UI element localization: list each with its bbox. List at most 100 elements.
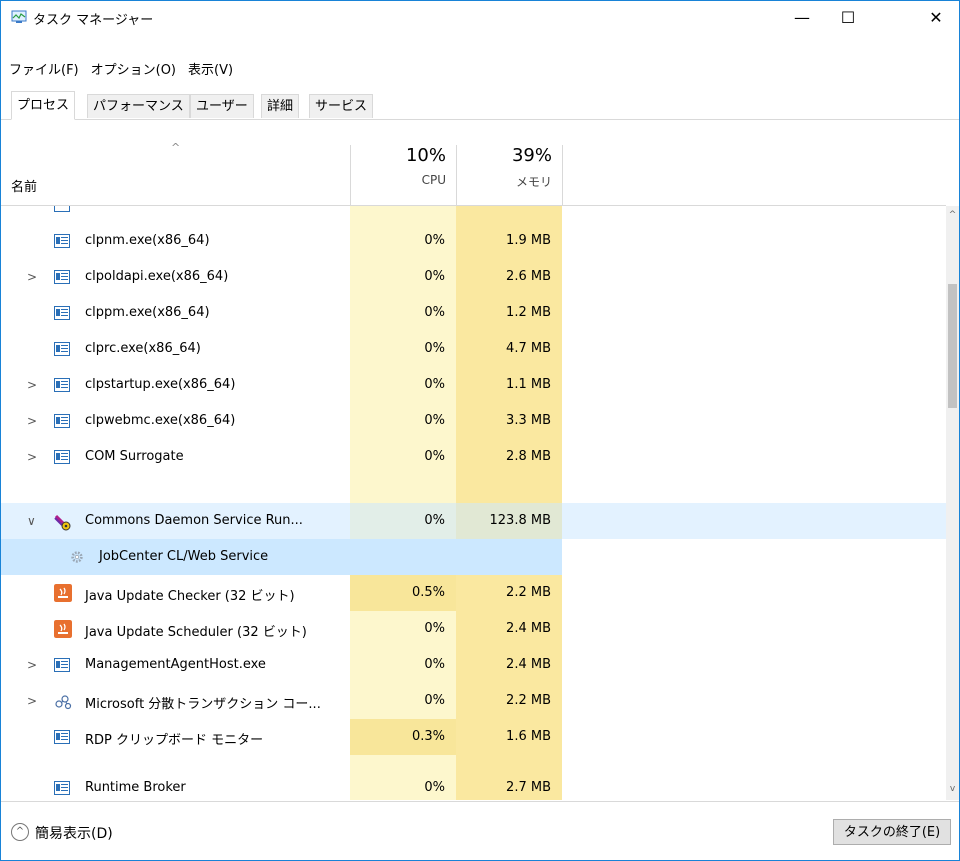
process-name: Microsoft 分散トランザクション コー...	[85, 697, 321, 712]
expand-chevron-icon[interactable]: >	[27, 270, 37, 284]
sort-indicator-icon: ^	[171, 141, 181, 154]
expand-chevron-icon[interactable]: >	[27, 378, 37, 392]
title-bar[interactable]: タスク マネージャー — ☐ ✕	[1, 1, 959, 33]
process-memory: 2.4 MB	[506, 621, 551, 636]
table-row[interactable]: Java Update Checker (32 ビット) 0.5% 2.2 MB	[1, 575, 946, 611]
process-memory: 2.8 MB	[506, 449, 551, 464]
window-icon	[54, 730, 70, 744]
table-row-selected[interactable]: ∨ Commons Daemon Service Run... 0% 123.8…	[1, 503, 946, 539]
process-cpu: 0.5%	[411, 585, 445, 600]
table-row[interactable]: > clpwebmc.exe(x86_64) 0% 3.3 MB	[1, 403, 946, 439]
column-header-cpu[interactable]: 10% CPU	[346, 145, 446, 187]
process-memory: 1.6 MB	[506, 729, 551, 744]
table-row-child-selected[interactable]: JobCenter CL/Web Service	[1, 539, 946, 575]
column-divider[interactable]	[562, 145, 563, 205]
window-icon	[54, 658, 70, 672]
process-memory: 1.2 MB	[506, 305, 551, 320]
collapse-chevron-icon[interactable]: ∨	[27, 514, 36, 528]
vertical-scrollbar[interactable]: ^ v	[946, 206, 959, 800]
scroll-up-icon[interactable]: ^	[946, 210, 959, 220]
tab-processes[interactable]: プロセス	[11, 91, 76, 120]
process-name: ManagementAgentHost.exe	[85, 657, 266, 672]
scrollbar-thumb[interactable]	[948, 284, 957, 408]
table-row[interactable]: clpnm.exe(x86_64) 0% 1.9 MB	[1, 223, 946, 259]
close-icon: ✕	[929, 7, 943, 27]
process-memory: 2.2 MB	[506, 585, 551, 600]
table-row[interactable]: > clpstartup.exe(x86_64) 0% 1.1 MB	[1, 367, 946, 403]
window-title: タスク マネージャー	[33, 13, 154, 28]
menu-options[interactable]: オプション(O)	[85, 61, 182, 81]
window-icon	[54, 781, 70, 795]
scroll-down-icon[interactable]: v	[946, 784, 959, 794]
process-cpu: 0.3%	[411, 729, 445, 744]
expand-chevron-icon[interactable]: >	[27, 414, 37, 428]
cpu-total-percent: 10%	[405, 145, 446, 166]
process-memory: 2.2 MB	[506, 693, 551, 708]
window-icon	[54, 342, 70, 356]
minimize-icon: —	[794, 7, 810, 27]
table-row[interactable]: clppm.exe(x86_64) 0% 1.2 MB	[1, 295, 946, 331]
process-cpu: 0%	[424, 780, 445, 795]
close-button[interactable]: ✕	[913, 1, 959, 33]
expand-chevron-icon[interactable]: >	[27, 694, 37, 708]
tab-services[interactable]: サービス	[309, 94, 374, 118]
process-cpu: 0%	[424, 621, 445, 636]
footer-bar: ^ 簡易表示(D) タスクの終了(E)	[1, 801, 959, 860]
window-icon	[54, 234, 70, 248]
java-icon	[54, 620, 72, 638]
process-name: Java Update Checker (32 ビット)	[85, 589, 295, 604]
table-row[interactable]: > ManagementAgentHost.exe 0% 2.4 MB	[1, 647, 946, 683]
process-cpu: 0%	[424, 413, 445, 428]
minimize-button[interactable]: —	[779, 1, 825, 33]
expand-chevron-icon[interactable]: >	[27, 450, 37, 464]
table-row[interactable]: Java Update Scheduler (32 ビット) 0% 2.4 MB	[1, 611, 946, 647]
menu-file[interactable]: ファイル(F)	[1, 61, 85, 81]
window-icon	[54, 306, 70, 320]
process-memory: 2.6 MB	[506, 269, 551, 284]
process-name: RDP クリップボード モニター	[85, 733, 264, 748]
process-cpu: 0%	[424, 341, 445, 356]
process-memory: 123.8 MB	[489, 513, 551, 528]
tab-details[interactable]: 詳細	[261, 94, 300, 118]
column-header-name[interactable]: 名前	[11, 176, 37, 195]
window-icon	[54, 206, 70, 212]
process-name: clppm.exe(x86_64)	[85, 305, 210, 320]
process-cpu: 0%	[424, 513, 445, 528]
process-cpu: 0%	[424, 693, 445, 708]
table-row[interactable]: > Microsoft 分散トランザクション コー... 0% 2.2 MB	[1, 683, 946, 719]
selection-highlight	[1, 539, 562, 575]
tab-users[interactable]: ユーザー	[190, 94, 254, 118]
expand-chevron-icon[interactable]: >	[27, 658, 37, 672]
process-memory: 4.7 MB	[506, 341, 551, 356]
chevron-up-circle-icon[interactable]: ^	[11, 823, 29, 841]
process-name: Java Update Scheduler (32 ビット)	[85, 625, 307, 640]
fewer-details-link[interactable]: 簡易表示(D)	[35, 823, 113, 843]
tab-performance[interactable]: パフォーマンス	[87, 94, 190, 118]
process-cpu: 0%	[424, 377, 445, 392]
end-task-button[interactable]: タスクの終了(E)	[833, 819, 951, 845]
table-row[interactable]: > COM Surrogate 0% 2.8 MB	[1, 439, 946, 475]
window-icon	[54, 378, 70, 392]
menu-bar: ファイル(F) オプション(O) 表示(V)	[1, 61, 239, 81]
memory-total-percent: 39%	[511, 145, 552, 166]
task-manager-window: タスク マネージャー — ☐ ✕ ファイル(F) オプション(O) 表示(V) …	[0, 0, 960, 861]
table-row[interactable]: RDP クリップボード モニター 0.3% 1.6 MB	[1, 719, 946, 755]
table-row[interactable]: > clpoldapi.exe(x86_64) 0% 2.6 MB	[1, 259, 946, 295]
process-name: clpstartup.exe(x86_64)	[85, 377, 236, 392]
process-list[interactable]: clpnm.exe(x86_64) 0% 1.9 MB > clpoldapi.…	[1, 206, 946, 800]
table-row[interactable]: Runtime Broker 0% 2.7 MB	[1, 770, 946, 800]
menu-view[interactable]: 表示(V)	[182, 61, 239, 81]
window-icon	[54, 450, 70, 464]
daemon-icon	[54, 514, 71, 531]
process-name: clprc.exe(x86_64)	[85, 341, 201, 356]
process-name: clpnm.exe(x86_64)	[85, 233, 210, 248]
column-header-memory[interactable]: 39% メモリ	[452, 145, 552, 190]
process-cpu: 0%	[424, 657, 445, 672]
process-memory: 3.3 MB	[506, 413, 551, 428]
table-row[interactable]: clprc.exe(x86_64) 0% 4.7 MB	[1, 331, 946, 367]
process-cpu: 0%	[424, 449, 445, 464]
process-memory: 1.1 MB	[506, 377, 551, 392]
maximize-button[interactable]: ☐	[825, 1, 871, 33]
process-cpu: 0%	[424, 269, 445, 284]
memory-column-label: メモリ	[515, 175, 552, 189]
